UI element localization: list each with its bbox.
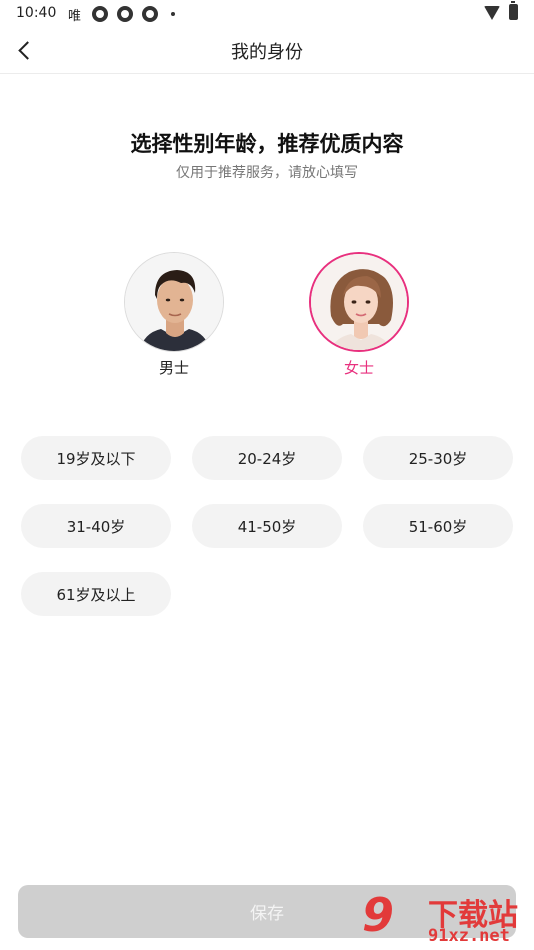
age-chip-51-60[interactable]: 51-60岁 xyxy=(363,504,513,548)
age-chip-61-above[interactable]: 61岁及以上 xyxy=(21,572,171,616)
status-time: 10:40 xyxy=(16,5,57,21)
main-heading: 选择性别年龄，推荐优质内容 xyxy=(130,132,404,156)
age-chip-20-24[interactable]: 20-24岁 xyxy=(192,436,342,480)
page-title: 我的身份 xyxy=(231,42,303,63)
app-notification-icon xyxy=(117,6,133,22)
watermark-url: 91xz.net xyxy=(428,926,510,946)
age-chip-19-below[interactable]: 19岁及以下 xyxy=(21,436,171,480)
site-watermark: 9 下载站 91xz.net xyxy=(362,888,534,950)
status-carrier: 唯 xyxy=(68,9,82,24)
app-notification-icon xyxy=(92,6,108,22)
app-notification-icon xyxy=(142,6,158,22)
watermark-logo-number: 9 xyxy=(362,888,394,942)
header: 我的身份 xyxy=(0,28,534,74)
male-avatar xyxy=(124,252,224,352)
gender-option-male[interactable]: 男士 xyxy=(119,250,229,380)
age-chip-25-30[interactable]: 25-30岁 xyxy=(363,436,513,480)
age-chip-41-50[interactable]: 41-50岁 xyxy=(192,504,342,548)
gender-label-female: 女士 xyxy=(343,359,374,377)
notification-dot-icon xyxy=(171,12,175,16)
wifi-icon xyxy=(484,6,500,20)
age-chip-31-40[interactable]: 31-40岁 xyxy=(21,504,171,548)
female-avatar xyxy=(309,252,409,352)
female-avatar-image xyxy=(311,254,407,350)
gender-label-male: 男士 xyxy=(158,359,189,377)
sub-heading: 仅用于推荐服务，请放心填写 xyxy=(176,165,358,181)
gender-option-female[interactable]: 女士 xyxy=(304,250,414,380)
status-bar: 10:40 唯 xyxy=(0,0,534,28)
male-avatar-image xyxy=(125,253,223,351)
battery-icon xyxy=(509,1,518,20)
